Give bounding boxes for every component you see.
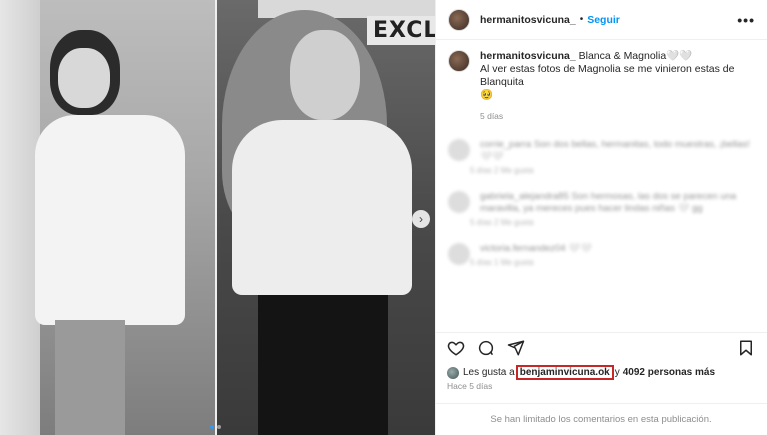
- post-caption: hermanitosvicuna_ Blanca & Magnolia🤍🤍 Al…: [436, 40, 767, 123]
- post-action-bar: [435, 332, 767, 362]
- comment-text: corrie_parra Son dos bellas, hermanitas,…: [480, 139, 750, 162]
- comment-meta: 5 días 2 Me gusta: [470, 218, 534, 227]
- comment-avatar: [448, 243, 470, 265]
- comment-item: gabriela_alejandra85 Son hermosas, las d…: [436, 191, 767, 227]
- caption-emoji: 🥹: [480, 89, 494, 101]
- liker-username[interactable]: benjaminvicuna.ok: [515, 365, 614, 380]
- caption-timestamp: 5 días: [480, 111, 504, 121]
- liker-avatar: [447, 366, 459, 379]
- post-timestamp: Hace 5 días: [447, 381, 493, 391]
- carousel-dot: [217, 425, 221, 429]
- child-face-right: [290, 30, 360, 120]
- adult-figure: [0, 0, 40, 435]
- comment-item: victoria.fernandez04 🤍🤍 5 días 1 Me gust…: [436, 243, 767, 267]
- post-media-carousel[interactable]: EXCLU ›: [0, 0, 435, 435]
- save-button[interactable]: [735, 337, 757, 359]
- likes-count[interactable]: 4092 personas más: [623, 367, 715, 378]
- child-sweater-right: [232, 120, 412, 295]
- store-sign-text: EXCLU: [367, 16, 435, 45]
- carousel-dot: [210, 425, 214, 429]
- author-username[interactable]: hermanitosvicuna_: [480, 14, 576, 26]
- separator-dot: •: [579, 14, 584, 25]
- like-button[interactable]: [445, 337, 467, 359]
- comment-avatar: [448, 139, 470, 161]
- share-button[interactable]: [505, 337, 527, 359]
- share-icon: [507, 340, 525, 355]
- comment-text: gabriela_alejandra85 Son hermosas, las d…: [480, 191, 737, 214]
- avatar[interactable]: [448, 50, 470, 72]
- caption-text-line: Al ver estas fotos de Magnolia se me vin…: [480, 63, 735, 88]
- more-options-icon[interactable]: •••: [737, 12, 755, 28]
- likes-prefix: Les gusta a: [463, 367, 515, 378]
- child-face-left: [58, 48, 110, 108]
- avatar[interactable]: [448, 8, 470, 31]
- post-header: hermanitosvicuna_ • Seguir •••: [436, 0, 767, 40]
- carousel-dots: [210, 425, 221, 429]
- caption-text: Blanca & Magnolia🤍🤍: [575, 50, 693, 62]
- comment-button[interactable]: [475, 337, 497, 359]
- follow-button[interactable]: Seguir: [587, 14, 620, 26]
- likes-conjunction: y: [614, 367, 620, 378]
- comment-icon: [478, 340, 494, 355]
- caption-author[interactable]: hermanitosvicuna_: [480, 50, 576, 62]
- comments-limited-notice: Se han limitado los comentarios en esta …: [435, 403, 767, 435]
- comment-avatar: [448, 191, 470, 213]
- child-coat-left: [35, 115, 185, 325]
- carousel-next-button[interactable]: ›: [412, 210, 430, 228]
- comment-meta: 5 días 2 Me gusta: [470, 166, 534, 175]
- heart-icon: [447, 341, 465, 356]
- bookmark-icon: [740, 340, 752, 355]
- comment-item: corrie_parra Son dos bellas, hermanitas,…: [436, 139, 767, 175]
- child-legs-left: [55, 320, 125, 435]
- comment-text: victoria.fernandez04 🤍🤍: [480, 243, 592, 254]
- comment-meta: 5 días 1 Me gusta: [470, 258, 534, 267]
- likes-summary: Les gusta a benjaminvicuna.ok y 4092 per…: [447, 365, 715, 380]
- child-pants-right: [258, 295, 388, 435]
